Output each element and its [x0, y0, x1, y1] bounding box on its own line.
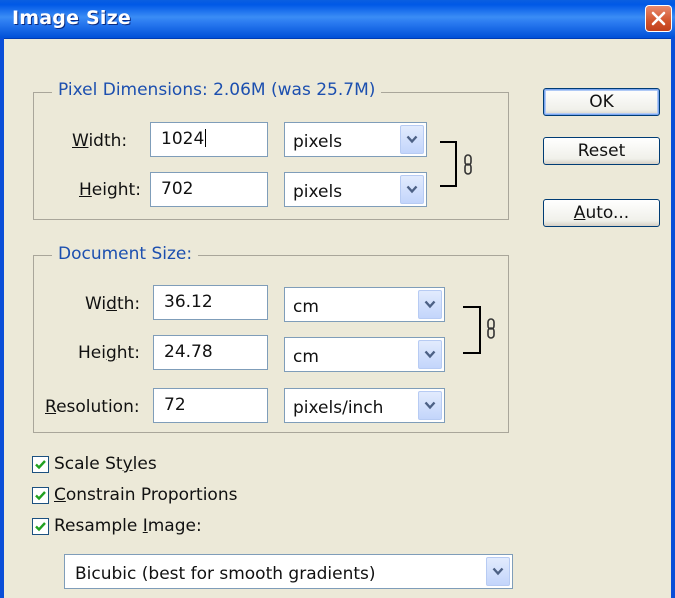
- pixel-dimensions-legend: Pixel Dimensions: 2.06M (was 25.7M): [52, 80, 382, 100]
- checkmark-icon: [35, 491, 46, 501]
- constrain-proportions-checkbox[interactable]: [32, 487, 49, 504]
- image-size-dialog: Image Size Pixel Dimensions: 2.06M (was …: [0, 0, 675, 598]
- resample-image-label[interactable]: Resample Image:: [54, 516, 202, 536]
- auto-button[interactable]: Auto...: [543, 199, 660, 227]
- chevron-down-icon: [424, 300, 436, 309]
- chain-link-icon: [487, 318, 495, 339]
- close-icon: [651, 11, 666, 26]
- resample-method-select[interactable]: Bicubic (best for smooth gradients): [64, 554, 513, 589]
- pixel-height-unit-select[interactable]: pixels: [284, 172, 427, 207]
- resolution-unit-select[interactable]: pixels/inch: [284, 388, 445, 423]
- chevron-down-icon: [424, 350, 436, 359]
- scale-styles-checkbox[interactable]: [32, 456, 49, 473]
- dropdown-arrow[interactable]: [418, 340, 442, 369]
- doc-width-unit-select[interactable]: cm: [284, 287, 445, 322]
- doc-height-input[interactable]: 24.78: [153, 335, 268, 370]
- doc-width-input[interactable]: 36.12: [153, 285, 268, 320]
- ok-button[interactable]: OK: [543, 88, 660, 116]
- constrain-proportions-label[interactable]: Constrain Proportions: [54, 485, 237, 505]
- reset-button[interactable]: Reset: [543, 137, 660, 165]
- pixel-width-label: Width:: [72, 131, 128, 151]
- scale-styles-label[interactable]: Scale Styles: [54, 454, 157, 474]
- pixel-width-input[interactable]: 1024: [150, 122, 268, 157]
- dialog-title: Image Size: [12, 7, 131, 29]
- checkmark-icon: [35, 522, 46, 532]
- pixel-height-label: Height:: [79, 180, 141, 200]
- chevron-down-icon: [424, 401, 436, 410]
- text-caret: [205, 129, 207, 147]
- resolution-input[interactable]: 72: [153, 388, 268, 423]
- pixel-link-bracket: [440, 141, 457, 187]
- checkmark-icon: [35, 460, 46, 470]
- title-bar[interactable]: Image Size: [0, 0, 675, 39]
- pixel-width-unit-select[interactable]: pixels: [284, 122, 427, 157]
- dropdown-arrow[interactable]: [418, 391, 442, 420]
- doc-height-label: Height:: [78, 343, 140, 363]
- doc-height-unit-select[interactable]: cm: [284, 337, 445, 372]
- doc-width-label: Width:: [85, 294, 141, 314]
- chevron-down-icon: [406, 185, 418, 194]
- dropdown-arrow[interactable]: [418, 290, 442, 319]
- chain-link-icon: [464, 154, 472, 175]
- pixel-height-input[interactable]: 702: [150, 172, 268, 207]
- dropdown-arrow[interactable]: [400, 125, 424, 154]
- close-button[interactable]: [645, 5, 672, 32]
- dropdown-arrow[interactable]: [400, 175, 424, 204]
- document-size-legend: Document Size:: [52, 244, 199, 264]
- resample-image-checkbox[interactable]: [32, 518, 49, 535]
- doc-link-bracket: [463, 306, 481, 354]
- resolution-label: Resolution:: [45, 397, 140, 417]
- window-frame-left: [0, 38, 4, 598]
- chevron-down-icon: [406, 135, 418, 144]
- dropdown-arrow[interactable]: [486, 557, 510, 586]
- window-frame-right: [671, 38, 675, 598]
- chevron-down-icon: [492, 567, 504, 576]
- pixel-dimensions-group: [33, 92, 509, 220]
